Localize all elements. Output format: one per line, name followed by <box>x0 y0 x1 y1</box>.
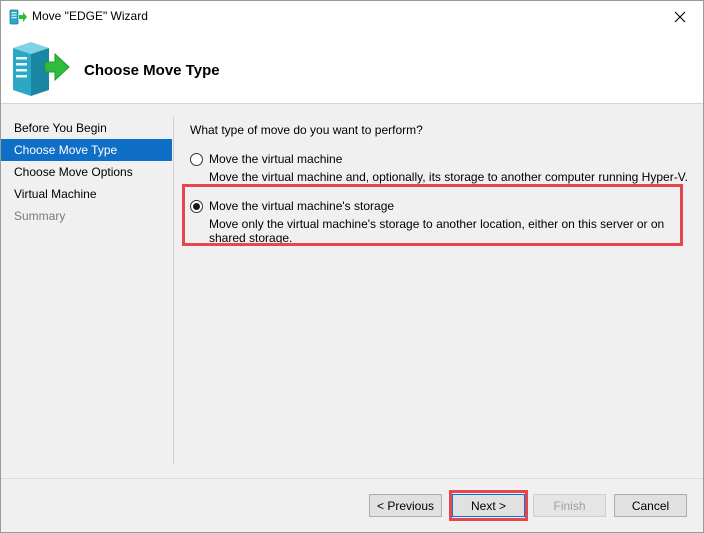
move-type-question: What type of move do you want to perform… <box>190 123 423 137</box>
page-title: Choose Move Type <box>84 62 220 79</box>
nav-item-choose-move-options[interactable]: Choose Move Options <box>1 161 172 183</box>
cancel-button[interactable]: Cancel <box>614 494 687 517</box>
close-button[interactable] <box>657 1 703 32</box>
title-bar: Move "EDGE" Wizard <box>1 1 703 32</box>
wizard-step-nav: Before You Begin Choose Move Type Choose… <box>1 117 172 227</box>
move-vm-label[interactable]: Move the virtual machine <box>209 152 342 166</box>
next-button-highlight <box>449 490 528 521</box>
nav-item-before-you-begin[interactable]: Before You Begin <box>1 117 172 139</box>
option-move-vm: Move the virtual machine Move the virtua… <box>190 150 690 184</box>
move-vm-description: Move the virtual machine and, optionally… <box>209 170 688 184</box>
move-wizard-app-icon <box>9 9 27 25</box>
server-move-icon <box>13 42 70 96</box>
wizard-window: Move "EDGE" Wizard Choose Move Type Befo… <box>0 0 704 533</box>
previous-button[interactable]: < Previous <box>369 494 442 517</box>
nav-item-choose-move-type[interactable]: Choose Move Type <box>1 139 172 161</box>
move-vm-radio[interactable] <box>190 152 203 166</box>
wizard-header: Choose Move Type <box>1 32 703 104</box>
window-title: Move "EDGE" Wizard <box>32 9 148 23</box>
nav-item-virtual-machine[interactable]: Virtual Machine <box>1 183 172 205</box>
option-move-vm-row[interactable]: Move the virtual machine <box>190 150 690 168</box>
nav-item-summary: Summary <box>14 209 66 223</box>
close-icon <box>674 11 686 22</box>
nav-divider <box>173 117 174 464</box>
footer-separator <box>1 478 703 479</box>
finish-button: Finish <box>533 494 606 517</box>
storage-option-highlight <box>182 184 683 246</box>
